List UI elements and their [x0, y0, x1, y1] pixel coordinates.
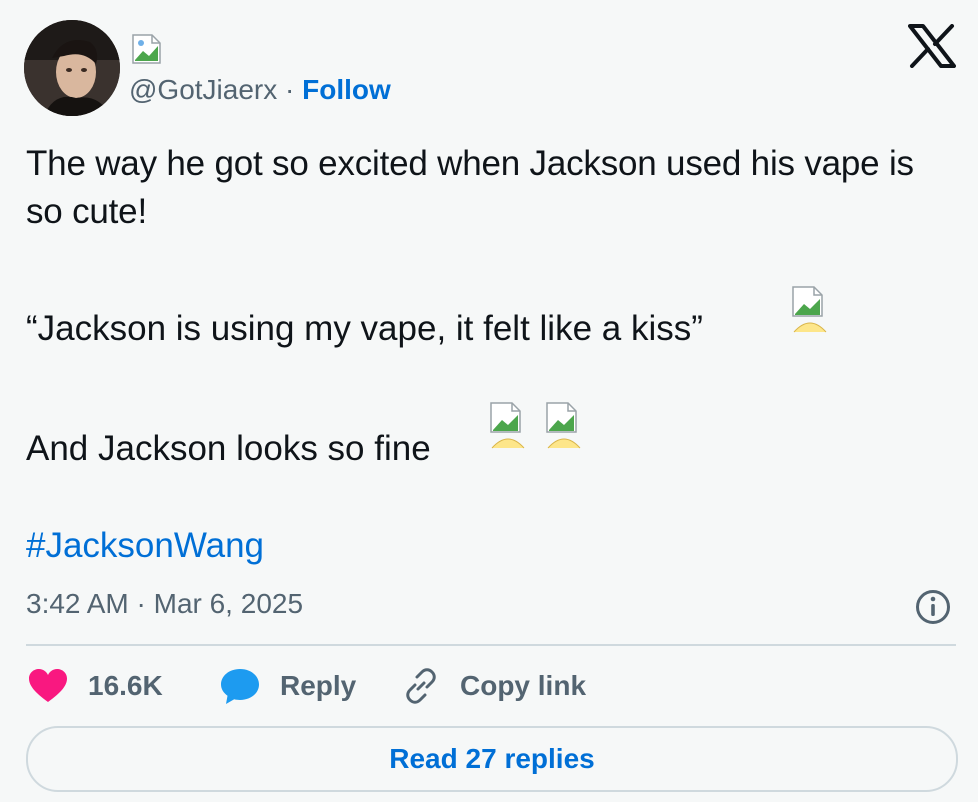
read-replies-label: Read 27 replies — [389, 743, 595, 774]
hashtag-link[interactable]: #JacksonWang — [26, 522, 264, 570]
info-icon[interactable] — [914, 588, 952, 626]
reply-label: Reply — [280, 670, 357, 701]
handle-separator: · — [285, 74, 295, 105]
broken-image-icon — [132, 34, 161, 64]
author-handle[interactable]: @GotJiaerx — [129, 74, 277, 105]
tweet-line-text: And Jackson looks so fine — [26, 429, 431, 468]
tweet-timestamp[interactable]: 3:42 AM · Mar 6, 2025 — [26, 584, 303, 624]
x-logo-icon[interactable] — [908, 24, 956, 68]
like-count: 16.6K — [88, 670, 163, 701]
tweet-paragraph-2: “Jackson is using my vape, it felt like … — [26, 304, 703, 354]
copy-link-button[interactable]: Copy link — [402, 662, 586, 710]
tweet-paragraph-3: And Jackson looks so fine — [26, 424, 431, 474]
broken-emoji-icon — [792, 286, 827, 333]
follow-button[interactable]: Follow — [302, 74, 391, 105]
tweet-quote-text: “Jackson is using my vape, it felt like … — [26, 309, 703, 348]
copy-link-label: Copy link — [460, 670, 587, 701]
reply-button[interactable]: Reply — [220, 662, 356, 710]
divider — [26, 644, 956, 646]
author-handle-row: @GotJiaerx · Follow — [129, 72, 391, 108]
tweet-text: The way he got so excited when Jackson u… — [26, 140, 946, 236]
broken-emoji-icon — [546, 402, 581, 449]
read-replies-button[interactable]: Read 27 replies — [26, 726, 958, 792]
broken-emoji-icon — [490, 402, 525, 449]
author-avatar[interactable] — [24, 20, 120, 116]
tweet-embed-card: @GotJiaerx · Follow The way he got so ex… — [0, 0, 978, 802]
link-icon — [406, 668, 436, 704]
reply-bubble-icon — [221, 669, 259, 704]
heart-icon — [29, 669, 67, 702]
tweet-paragraph-1: The way he got so excited when Jackson u… — [26, 144, 914, 231]
like-button[interactable]: 16.6K — [28, 662, 163, 710]
